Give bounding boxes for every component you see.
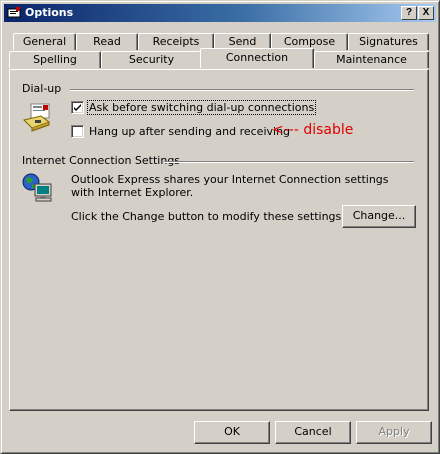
connection-tab-panel: Dial-up Ask before switching dial-up con… bbox=[9, 69, 429, 411]
window-title: Options bbox=[25, 6, 74, 19]
hang-up-label[interactable]: Hang up after sending and receiving bbox=[89, 125, 290, 138]
ask-before-switching-label[interactable]: Ask before switching dial-up connections bbox=[86, 100, 317, 115]
tab-maintenance[interactable]: Maintenance bbox=[314, 51, 429, 68]
cancel-button[interactable]: Cancel bbox=[275, 421, 351, 444]
internet-settings-divider bbox=[164, 161, 414, 163]
options-window-icon bbox=[7, 6, 21, 20]
hang-up-checkbox[interactable] bbox=[71, 125, 84, 138]
ok-button[interactable]: OK bbox=[194, 421, 270, 444]
internet-settings-group-label: Internet Connection Settings bbox=[22, 154, 181, 167]
ask-before-switching-checkbox[interactable] bbox=[71, 101, 84, 114]
title-bar[interactable]: Options ? X bbox=[4, 4, 436, 22]
tab-security[interactable]: Security bbox=[101, 51, 202, 68]
tab-connection[interactable]: Connection bbox=[200, 48, 314, 68]
options-dialog: Options ? X General Read Receipts Send C… bbox=[0, 0, 440, 454]
checkmark-icon bbox=[74, 104, 81, 111]
tab-signatures[interactable]: Signatures bbox=[348, 33, 429, 50]
internet-settings-description: Outlook Express shares your Internet Con… bbox=[71, 173, 389, 199]
apply-button: Apply bbox=[356, 421, 432, 444]
tab-general[interactable]: General bbox=[13, 33, 76, 50]
tab-spelling[interactable]: Spelling bbox=[9, 51, 101, 68]
dialup-group-label: Dial-up bbox=[22, 82, 62, 95]
change-button[interactable]: Change... bbox=[342, 205, 416, 228]
help-button[interactable]: ? bbox=[401, 6, 417, 20]
close-button[interactable]: X bbox=[418, 6, 434, 20]
change-hint-text: Click the Change button to modify these … bbox=[71, 210, 345, 223]
disable-annotation: <--- disable bbox=[272, 122, 354, 138]
internet-connection-icon bbox=[21, 172, 55, 204]
dialup-divider bbox=[70, 89, 414, 91]
tab-read[interactable]: Read bbox=[76, 33, 138, 50]
dialup-icon bbox=[21, 102, 55, 134]
